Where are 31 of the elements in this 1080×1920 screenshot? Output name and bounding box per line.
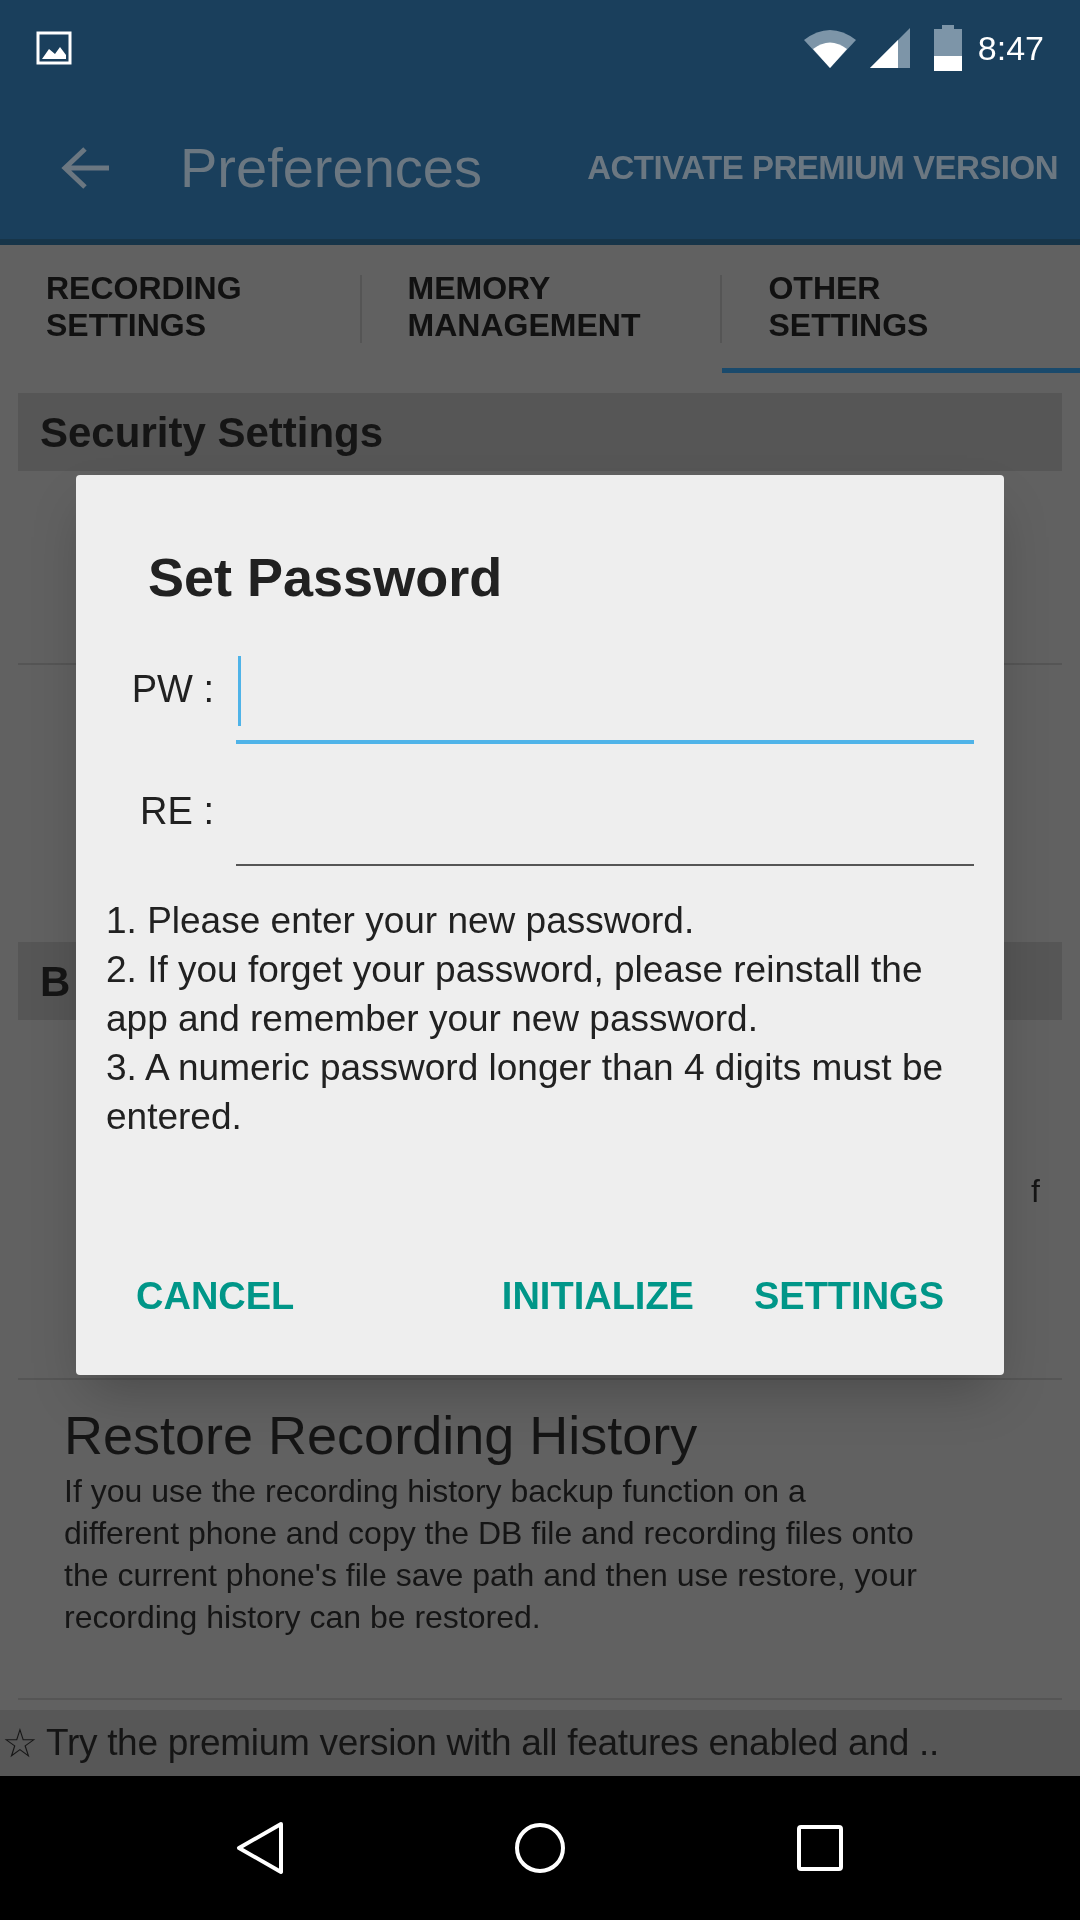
- back-arrow-icon: [61, 145, 111, 190]
- dialog-button[interactable]: CANCEL: [136, 1268, 295, 1325]
- field-label: PW :: [130, 667, 215, 712]
- dialog-button[interactable]: SETTINGS: [753, 1268, 944, 1325]
- star-icon: ☆: [2, 1713, 38, 1773]
- premium-banner[interactable]: ☆ Try the premium version with all features enabled and ..: [0, 1710, 1080, 1776]
- home-circle-icon: [514, 1822, 566, 1874]
- instruction-text: 1. Please enter your new password.: [106, 899, 696, 943]
- preference-title: Restore Recording History: [64, 1404, 699, 1467]
- preference-summary: recording history can be restored.: [64, 1597, 541, 1637]
- back-triangle-icon: [235, 1821, 285, 1875]
- recents-square-icon: [796, 1824, 844, 1872]
- battery-icon: [933, 25, 962, 71]
- instruction-text: 3. A numeric password longer than 4 digits must be entered.: [106, 1046, 945, 1139]
- preference-summary: If you use the recording history backup function on a: [64, 1471, 806, 1511]
- text-cursor: [238, 656, 241, 726]
- section-header: Security Settings: [18, 393, 1062, 471]
- tab[interactable]: MEMORY MANAGEMENT: [361, 245, 721, 373]
- toolbar-title: Preferences: [180, 134, 482, 201]
- dialog-title: Set Password: [148, 546, 504, 609]
- banner-text: Try the premium version with all features enabled and ..: [46, 1721, 939, 1766]
- preference-summary: f: [1031, 1172, 1040, 1211]
- field-label: RE :: [139, 789, 215, 834]
- activate-premium-button[interactable]: ACTIVATE PREMIUM VERSION: [587, 142, 1058, 193]
- tab[interactable]: OTHER SETTINGS: [722, 245, 1080, 373]
- dialog-button[interactable]: INITIALIZE: [501, 1268, 694, 1325]
- tab[interactable]: RECORDING SETTINGS: [0, 245, 360, 373]
- picture-notification-icon: [36, 31, 72, 65]
- preference-summary: different phone and copy the DB file and recording files onto: [64, 1513, 914, 1553]
- preference-summary: the current phone's file save path and then use restore, your: [64, 1555, 917, 1595]
- clock-time: 8:47: [977, 27, 1044, 69]
